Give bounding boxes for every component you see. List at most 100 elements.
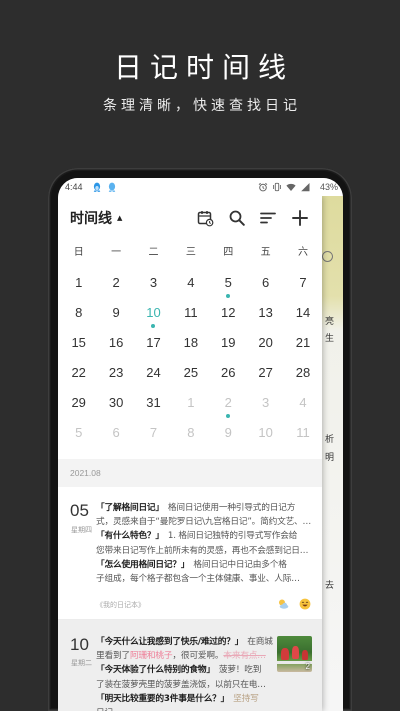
prompt-question: 「明天比较重要的3件事是什么？」 bbox=[96, 693, 230, 704]
calendar-day-number: 6 bbox=[112, 425, 120, 440]
calendar-day[interactable]: 12 bbox=[210, 298, 247, 328]
calendar-day-number: 28 bbox=[295, 365, 311, 380]
calendar-day[interactable]: 29 bbox=[60, 388, 97, 418]
timeline-title-dropdown[interactable]: 时间线 ▲ bbox=[70, 208, 122, 229]
diary-entry-card[interactable]: 10 星期二 「今天什么让我感到了快乐/难过的？」 在商城 里看到了阿珊和桃子，很可… bbox=[58, 620, 322, 711]
calendar-day-number: 11 bbox=[184, 305, 198, 320]
photo-figure bbox=[302, 650, 308, 660]
entry-preview: 「了解格间日记」 格间日记使用一种引导式的日记方 式，灵感来自于“曼陀罗日记\九宫格… bbox=[96, 501, 316, 586]
entry-weekday: 星期二 bbox=[71, 659, 92, 667]
prompt-question: 「今天什么让我感到了快乐/难过的？」 bbox=[96, 637, 244, 647]
weekday-label: 一 bbox=[111, 247, 122, 258]
weekday-header: 日一二三四五六 bbox=[60, 238, 322, 268]
calendar-day[interactable]: 10 bbox=[247, 418, 284, 448]
calendar-day[interactable]: 6 bbox=[247, 268, 284, 298]
notebook-label: 《我的日记本》 bbox=[96, 601, 145, 609]
calendar-day-number: 8 bbox=[75, 305, 83, 320]
search-icon[interactable] bbox=[228, 209, 246, 227]
calendar-day[interactable]: 22 bbox=[60, 358, 97, 388]
entry-photo-thumbnail[interactable]: 2 bbox=[277, 636, 312, 672]
calendar-day[interactable]: 21 bbox=[284, 328, 321, 358]
calendar-day[interactable]: 11 bbox=[172, 298, 209, 328]
prompt-question: 「有什么特色？」 bbox=[96, 531, 164, 542]
calendar-day[interactable]: 13 bbox=[247, 298, 284, 328]
calendar-day-number: 23 bbox=[108, 365, 124, 380]
calendar-day-number: 26 bbox=[221, 365, 236, 380]
calendar-day-number: 9 bbox=[112, 305, 120, 320]
calendar-day[interactable]: 20 bbox=[247, 328, 284, 358]
status-time: 4:44 bbox=[65, 182, 83, 192]
calendar-day[interactable]: 3 bbox=[135, 268, 172, 298]
entry-weekday: 星期四 bbox=[71, 526, 92, 534]
calendar-day[interactable]: 2 bbox=[210, 388, 247, 418]
add-icon[interactable] bbox=[291, 209, 309, 227]
calendar-day[interactable]: 9 bbox=[97, 298, 134, 328]
entry-text: 子组成，每个格子都包含一个主体健康、事业、人际… bbox=[96, 573, 300, 584]
calendar-day[interactable]: 1 bbox=[60, 268, 97, 298]
calendar-day[interactable]: 27 bbox=[247, 358, 284, 388]
entry-preview-line: 「有什么特色？」 1. 格间日记独特的引导式写作会给 bbox=[96, 529, 316, 543]
calendar-day-number: 20 bbox=[258, 335, 273, 350]
circle-icon bbox=[322, 251, 333, 262]
calendar-day[interactable]: 23 bbox=[97, 358, 134, 388]
calendar-day[interactable]: 3 bbox=[247, 388, 284, 418]
calendar-day[interactable]: 7 bbox=[135, 418, 172, 448]
calendar-day[interactable]: 4 bbox=[172, 268, 209, 298]
calendar-day[interactable]: 2 bbox=[97, 268, 134, 298]
entry-text: ，很可爱啊。 bbox=[172, 651, 224, 662]
calendar-day[interactable]: 5 bbox=[60, 418, 97, 448]
calendar-day[interactable]: 15 bbox=[60, 328, 97, 358]
calendar-day-number: 4 bbox=[299, 395, 307, 410]
calendar-day[interactable]: 17 bbox=[135, 328, 172, 358]
calendar-day[interactable]: 8 bbox=[172, 418, 209, 448]
calendar-day[interactable]: 4 bbox=[284, 388, 321, 418]
month-calendar: 1 2 3 4 5 6 7 8 9 10 11 12 13 14 15 16 17 18 19 20 21 22 23 24 2… bbox=[60, 268, 322, 448]
calendar-day[interactable]: 19 bbox=[210, 328, 247, 358]
entry-preview: 「今天什么让我感到了快乐/难过的？」 在商城 里看到了阿珊和桃子，很可爱啊。本来有点… bbox=[96, 635, 276, 711]
entry-preview-line: 您带来日记写作上前所未有的灵感，再也不会感到记日… bbox=[96, 544, 316, 558]
weekday-label: 五 bbox=[260, 247, 271, 258]
sort-icon[interactable] bbox=[259, 209, 277, 227]
calendar-day[interactable]: 10 bbox=[135, 298, 172, 328]
calendar-day-number: 10 bbox=[146, 305, 161, 320]
entry-preview-line: 式，灵感来自于“曼陀罗日记\九宫格日记”。简约文艺、… bbox=[96, 515, 316, 529]
peek-text: 析 bbox=[325, 435, 335, 445]
calendar-day-number: 2 bbox=[112, 275, 120, 290]
calendar-day[interactable]: 24 bbox=[135, 358, 172, 388]
side-page-peek[interactable]: 亮生析明去 bbox=[322, 196, 343, 711]
calendar-day-number: 6 bbox=[262, 275, 270, 290]
calendar-day-number: 2 bbox=[224, 395, 232, 410]
calendar-icon[interactable] bbox=[196, 209, 214, 227]
calendar-day[interactable]: 28 bbox=[284, 358, 321, 388]
calendar-day-number: 7 bbox=[149, 425, 158, 440]
calendar-day[interactable]: 9 bbox=[210, 418, 247, 448]
calendar-day-number: 14 bbox=[295, 305, 311, 320]
calendar-day-number: 17 bbox=[146, 335, 161, 350]
calendar-day[interactable]: 5 bbox=[210, 268, 247, 298]
calendar-day[interactable]: 8 bbox=[60, 298, 97, 328]
entry-text: 在商城 bbox=[247, 637, 273, 647]
calendar-day[interactable]: 14 bbox=[284, 298, 321, 328]
calendar-day[interactable]: 6 bbox=[97, 418, 134, 448]
calendar-day[interactable]: 31 bbox=[135, 388, 172, 418]
calendar-day-number: 15 bbox=[71, 335, 86, 350]
entry-preview-line: 「怎么使用格间日记？」 格间日记中日记由多个格 bbox=[96, 558, 316, 572]
calendar-day[interactable]: 7 bbox=[284, 268, 321, 298]
calendar-day-number: 9 bbox=[224, 425, 232, 440]
battery-level: 43% bbox=[319, 182, 338, 192]
peek-text: 生 bbox=[325, 334, 335, 344]
calendar-day[interactable]: 25 bbox=[172, 358, 209, 388]
calendar-day[interactable]: 11 bbox=[284, 418, 321, 448]
calendar-day-number: 12 bbox=[221, 305, 236, 320]
peek-text: 亮 bbox=[325, 317, 335, 327]
calendar-day[interactable]: 1 bbox=[172, 388, 209, 418]
calendar-day[interactable]: 30 bbox=[97, 388, 134, 418]
calendar-day-number: 24 bbox=[146, 365, 161, 380]
calendar-day-number: 31 bbox=[146, 395, 161, 410]
calendar-day-number: 30 bbox=[108, 395, 124, 410]
diary-entry-card[interactable]: 05 星期四 「了解格间日记」 格间日记使用一种引导式的日记方 式，灵感来自于“曼陀… bbox=[58, 487, 322, 620]
calendar-day[interactable]: 26 bbox=[210, 358, 247, 388]
calendar-day[interactable]: 18 bbox=[172, 328, 209, 358]
entry-text: 菠萝！吃到 bbox=[218, 665, 262, 676]
calendar-day[interactable]: 16 bbox=[97, 328, 134, 358]
